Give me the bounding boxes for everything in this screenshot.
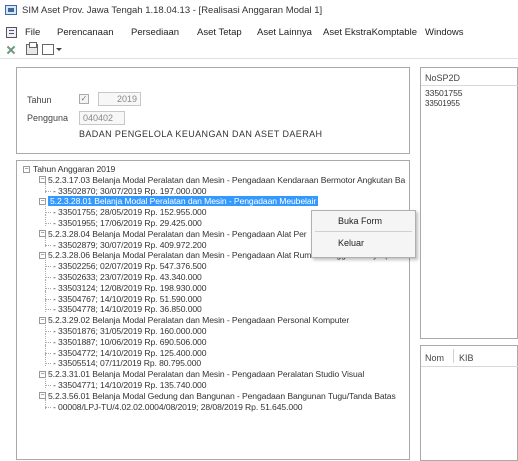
tree-leaf[interactable]: - 33501755; 28/05/2019 Rp. 152.955.000 (53, 207, 207, 217)
tree-connector (45, 298, 51, 300)
nosp2d-header[interactable]: NoSP2D (425, 73, 460, 83)
tree-leaf[interactable]: - 33501887; 10/06/2019 Rp. 690.506.000 (53, 337, 207, 347)
tree-connector (45, 223, 51, 224)
menu-file[interactable]: File (25, 27, 40, 38)
tree-connector (45, 258, 46, 269)
kib-list-panel: Nom KIB (420, 345, 518, 461)
tree-connector (45, 269, 46, 280)
print-icon[interactable] (26, 42, 38, 55)
document-icon[interactable] (6, 27, 17, 38)
tree-connector (45, 344, 46, 356)
tree-leaf[interactable]: - 33502633; 23/07/2019 Rp. 43.340.000 (53, 272, 202, 282)
tree-connector (45, 355, 46, 367)
tree-leaf[interactable]: - 33501876; 31/05/2019 Rp. 160.000.000 (53, 326, 207, 336)
tree-connector (45, 204, 46, 215)
tree-leaf[interactable]: - 33502870; 30/07/2019 Rp. 197.000.000 (53, 186, 207, 196)
menu-windows[interactable]: Windows (425, 27, 464, 38)
tree-connector (45, 385, 51, 386)
tree-connector (45, 406, 51, 408)
tree-leaf[interactable]: - 33502256; 02/07/2019 Rp. 547.376.500 (53, 261, 207, 271)
context-menu-buka-form[interactable]: Buka Form (338, 216, 382, 226)
tree-connector (45, 182, 46, 194)
tree-node[interactable]: 5.2.3.28.01 Belanja Modal Peralatan dan … (48, 196, 319, 207)
tree-leaf[interactable]: - 00008/LPJ-TU/4.02.02.0004/08/2019; 28/… (53, 402, 303, 412)
title-bar: SIM Aset Prov. Jawa Tengah 1.18.04.13 - … (0, 0, 518, 22)
tree-connector (45, 323, 46, 334)
tree-node[interactable]: 5.2.3.56.01 Belanja Modal Gedung dan Ban… (48, 391, 396, 401)
menu-bar: File Perencanaan Persediaan Aset Tetap A… (0, 24, 518, 42)
sp2d-list-panel: NoSP2D 33501755 33501955 (420, 67, 518, 339)
window-title: SIM Aset Prov. Jawa Tengah 1.18.04.13 - … (22, 5, 323, 16)
tree-leaf[interactable]: - 33501955; 17/06/2019 Rp. 29.425.000 (53, 218, 202, 228)
tree-node[interactable]: 5.2.3.17.03 Belanja Modal Peralatan dan … (48, 175, 405, 185)
tree-leaf[interactable]: - 33504772; 14/10/2019 Rp. 125.400.000 (53, 348, 207, 358)
app-icon (5, 5, 17, 15)
tree-connector (45, 279, 46, 291)
tahun-field[interactable]: 2019 (98, 92, 141, 106)
pengguna-code-field[interactable]: 040402 (79, 111, 125, 125)
filter-panel: Tahun ✓ 2019 Pengguna 040402 BADAN PENGE… (16, 67, 410, 154)
tree-node[interactable]: 5.2.3.29.02 Belanja Modal Peralatan dan … (48, 315, 349, 325)
tree-connector (45, 277, 51, 278)
tree-connector (45, 352, 51, 354)
menu-aset-ekstrakomptable[interactable]: Aset EkstraKomptable (323, 27, 417, 38)
tree-connector (45, 266, 51, 268)
tree-connector (45, 377, 46, 388)
budget-tree: − Tahun Anggaran 2019−5.2.3.17.03 Belanja… (17, 161, 409, 459)
tree-connector (45, 215, 46, 226)
tree-leaf[interactable]: - 33502879; 30/07/2019 Rp. 409.972.200 (53, 240, 207, 250)
toolbar (0, 42, 518, 59)
tahun-label: Tahun (27, 95, 52, 105)
tree-connector (45, 309, 51, 311)
tree-connector (45, 212, 51, 214)
menu-aset-lainnya[interactable]: Aset Lainnya (257, 27, 312, 38)
budget-tree-panel: − Tahun Anggaran 2019−5.2.3.17.03 Belanja… (16, 160, 410, 460)
list-item[interactable]: 33501755 (425, 88, 463, 98)
export-icon[interactable] (42, 44, 54, 55)
menu-aset-tetap[interactable]: Aset Tetap (197, 27, 242, 38)
tree-connector (45, 333, 46, 345)
tree-leaf[interactable]: - 33503124; 12/08/2019 Rp. 198.930.000 (53, 283, 207, 293)
list-item[interactable]: 33501955 (425, 99, 460, 108)
menu-perencanaan[interactable]: Perencanaan (57, 27, 114, 38)
tree-connector (45, 290, 46, 302)
tools-icon[interactable] (5, 44, 17, 55)
chevron-down-icon[interactable] (56, 48, 62, 51)
nom-header[interactable]: Nom (425, 353, 444, 363)
tree-connector (45, 341, 51, 343)
tree-node-label[interactable]: 5.2.3.28.01 Belanja Modal Peralatan dan … (48, 196, 319, 207)
tree-connector (45, 244, 51, 246)
tree-connector (45, 190, 51, 192)
tree-connector (45, 331, 51, 332)
tree-connector (45, 287, 51, 289)
tree-node[interactable]: 5.2.3.31.01 Belanja Modal Peralatan dan … (48, 369, 364, 379)
kib-header[interactable]: KIB (459, 353, 474, 363)
tahun-checkbox[interactable]: ✓ (79, 94, 89, 104)
context-menu: Buka Form Keluar (311, 210, 416, 258)
tree-root[interactable]: Tahun Anggaran 2019 (33, 164, 115, 174)
tree-connector (45, 398, 46, 410)
pengguna-name: BADAN PENGELOLA KEUANGAN DAN ASET DAERAH (79, 129, 323, 139)
tree-collapse-icon[interactable]: − (23, 165, 30, 173)
tree-node[interactable]: 5.2.3.28.04 Belanja Modal Peralatan dan … (48, 229, 307, 239)
tree-leaf[interactable]: - 33504778; 14/10/2019 Rp. 36.850.000 (53, 304, 202, 314)
context-menu-keluar[interactable]: Keluar (338, 238, 364, 248)
tree-leaf[interactable]: - 33505514; 07/11/2019 Rp. 80.795.000 (53, 358, 201, 368)
tree-connector (45, 236, 46, 248)
tree-leaf[interactable]: - 33504767; 14/10/2019 Rp. 51.590.000 (53, 294, 202, 304)
tree-connector (45, 301, 46, 313)
tree-connector (45, 363, 51, 365)
menu-persediaan[interactable]: Persediaan (131, 27, 179, 38)
pengguna-label: Pengguna (27, 113, 69, 123)
tree-leaf[interactable]: - 33504771; 14/10/2019 Rp. 135.740.000 (53, 380, 207, 390)
